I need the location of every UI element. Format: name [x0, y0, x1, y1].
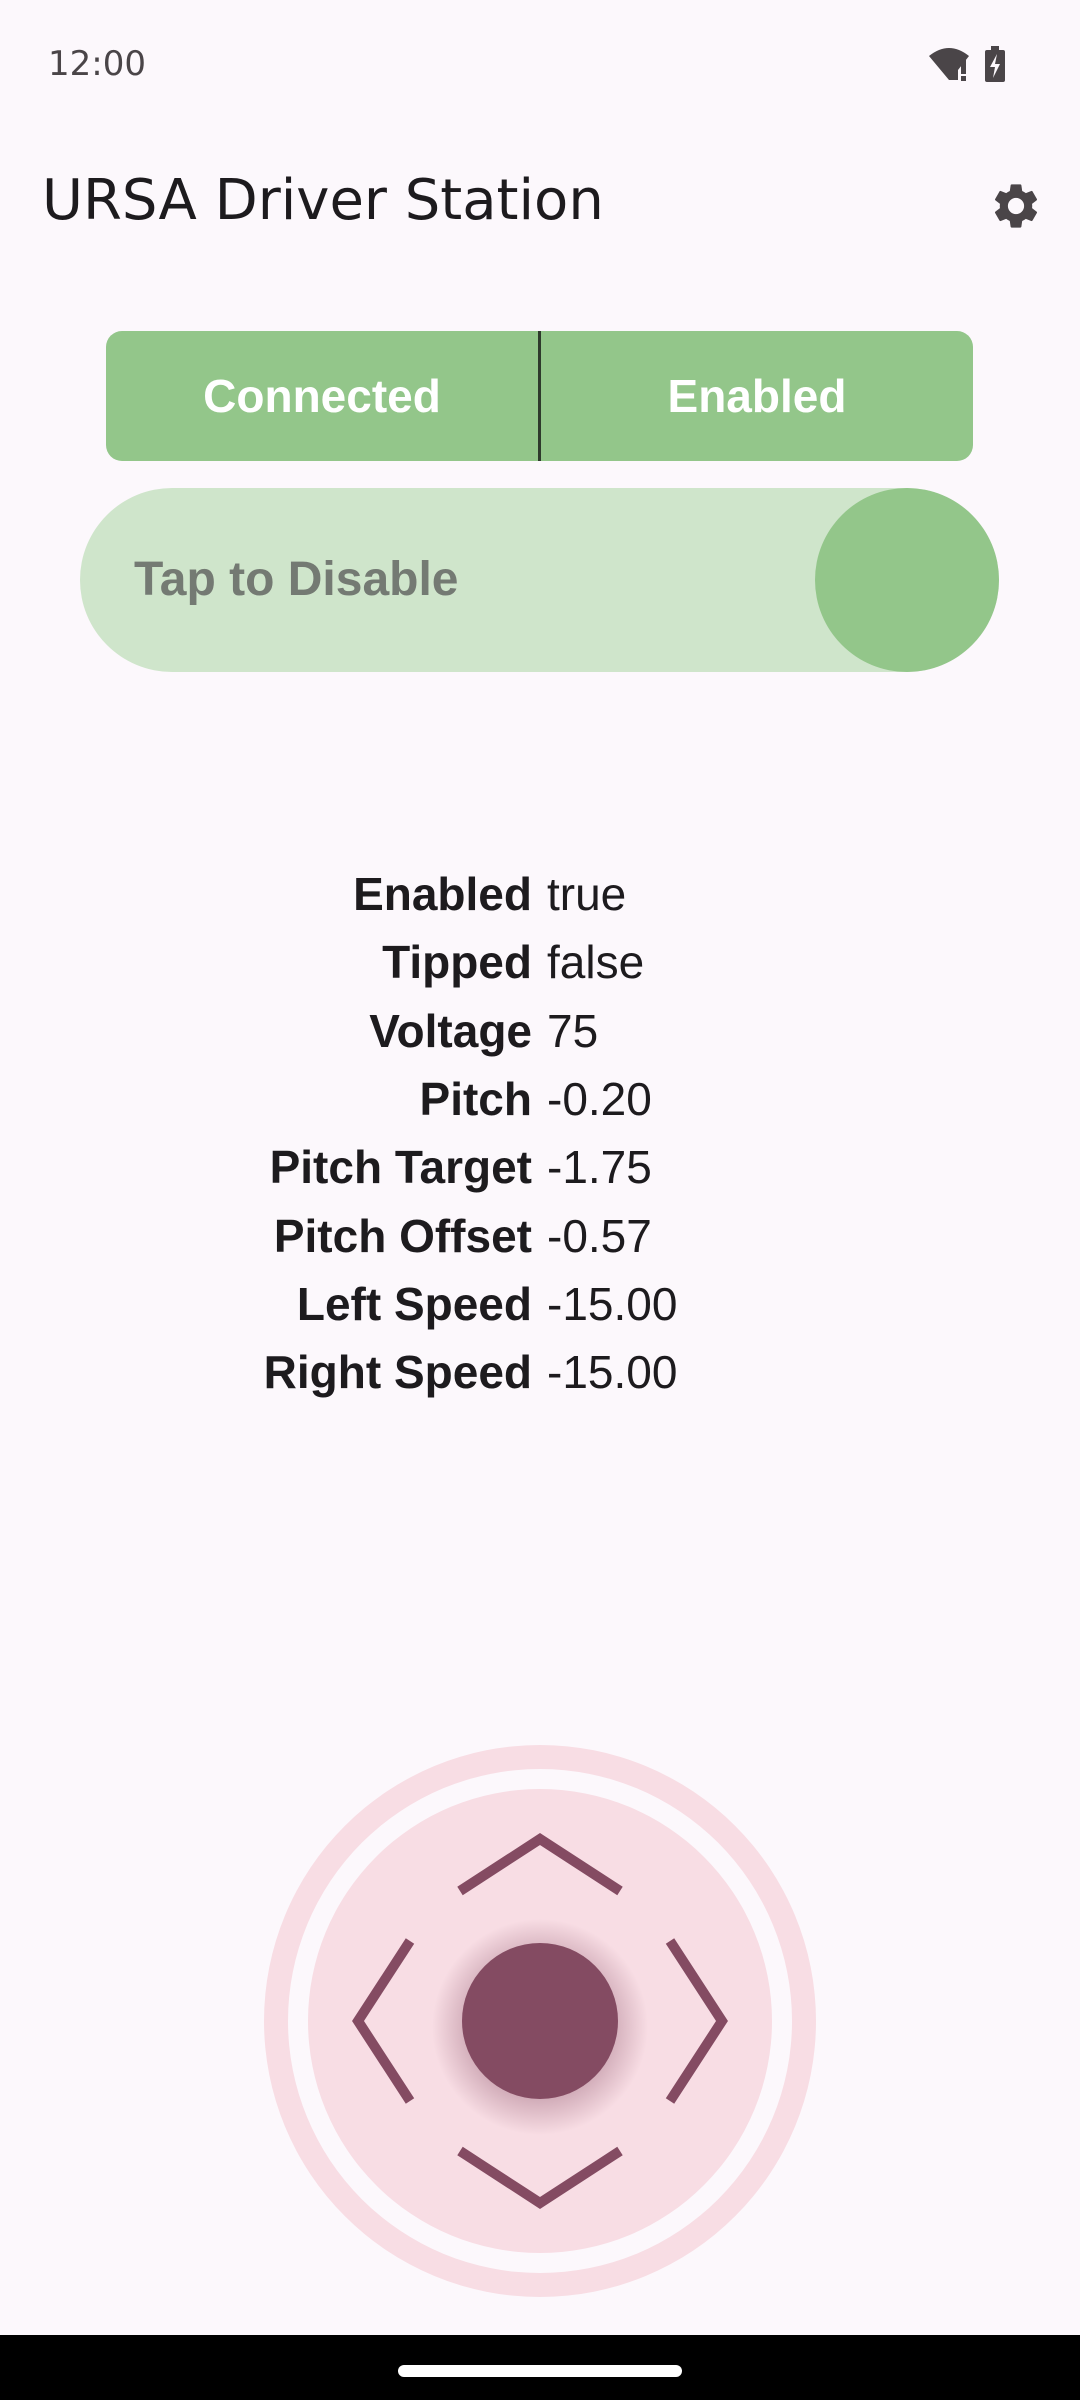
joystick[interactable]	[264, 1745, 816, 2297]
telemetry-row: Enabled true	[0, 860, 1080, 928]
telemetry-key: Right Speed	[263, 1346, 532, 1399]
disable-toggle-knob[interactable]	[815, 488, 999, 672]
battery-charging-icon	[985, 46, 1005, 82]
telemetry-row: Right Speed -15.00	[0, 1338, 1080, 1406]
telemetry-key: Pitch Target	[269, 1141, 532, 1194]
gear-icon	[994, 184, 1038, 228]
status-bar: 12:00	[0, 0, 1080, 130]
telemetry-table: Enabled true Tipped false Voltage 75 Pit…	[0, 860, 1080, 1406]
telemetry-key: Enabled	[353, 868, 532, 921]
telemetry-row: Pitch Offset -0.57	[0, 1201, 1080, 1269]
telemetry-row: Pitch Target -1.75	[0, 1133, 1080, 1201]
telemetry-value: -15.00	[547, 1277, 678, 1330]
telemetry-key: Tipped	[382, 936, 532, 989]
disable-toggle[interactable]: Tap to Disable	[80, 488, 999, 672]
telemetry-key: Left Speed	[296, 1277, 532, 1330]
telemetry-key: Pitch	[419, 1073, 532, 1126]
app-title: URSA Driver Station	[42, 168, 604, 233]
telemetry-value: false	[547, 936, 645, 989]
telemetry-row: Voltage 75	[0, 997, 1080, 1065]
telemetry-row: Left Speed -15.00	[0, 1270, 1080, 1338]
connection-status: Connected	[203, 370, 441, 422]
telemetry-value: -1.75	[547, 1141, 652, 1194]
telemetry-row: Pitch -0.20	[0, 1065, 1080, 1133]
joystick-thumb[interactable]	[462, 1943, 618, 2099]
wifi-alert-icon	[929, 48, 969, 81]
telemetry-value: 75	[547, 1004, 599, 1057]
home-gesture-handle[interactable]	[398, 2365, 682, 2377]
telemetry-value: true	[547, 868, 627, 921]
settings-button[interactable]	[984, 174, 1048, 238]
telemetry-key: Voltage	[369, 1004, 532, 1057]
telemetry-value: -15.00	[547, 1346, 678, 1399]
enabled-status: Enabled	[667, 370, 847, 422]
telemetry-value: -0.20	[547, 1073, 652, 1126]
robot-status-indicator: Connected Enabled	[106, 331, 973, 461]
disable-toggle-label: Tap to Disable	[134, 553, 459, 606]
telemetry-row: Tipped false	[0, 928, 1080, 996]
telemetry-key: Pitch Offset	[273, 1209, 532, 1262]
status-time: 12:00	[48, 44, 146, 84]
telemetry-value: -0.57	[547, 1209, 652, 1262]
